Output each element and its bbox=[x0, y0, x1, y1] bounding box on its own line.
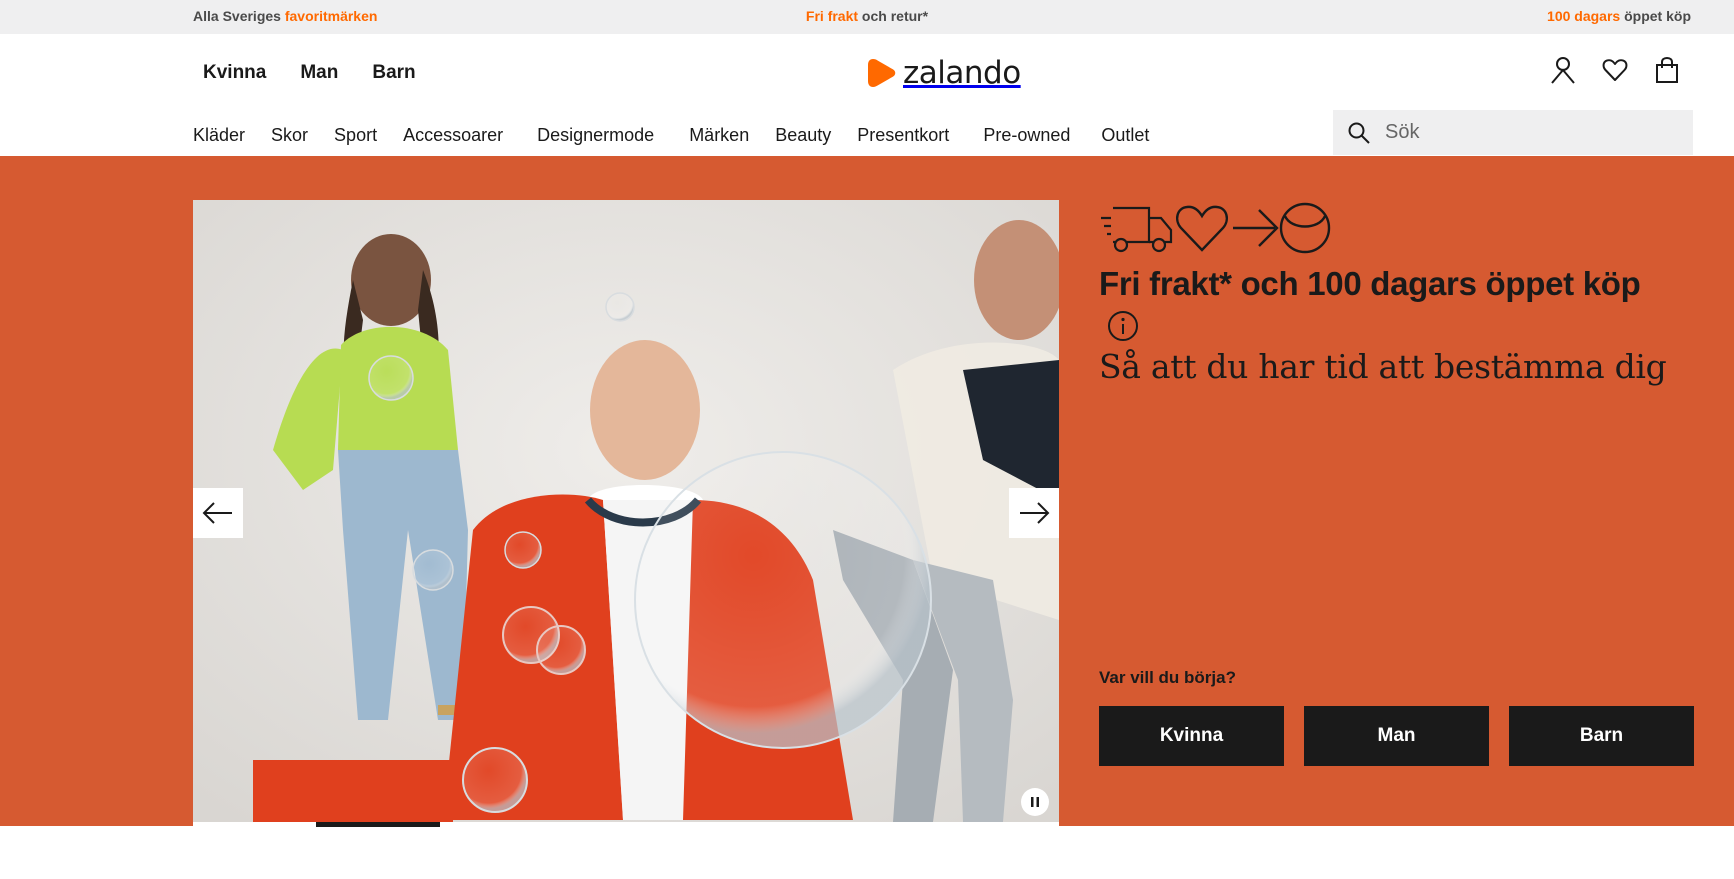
arrow-right-icon bbox=[1233, 209, 1279, 247]
heart-icon[interactable] bbox=[1602, 56, 1628, 84]
bag-icon[interactable] bbox=[1654, 56, 1680, 84]
promo-icons-strip bbox=[1101, 202, 1331, 254]
gender-cta-row: Kvinna Man Barn bbox=[1099, 706, 1694, 766]
category-skor[interactable]: Skor bbox=[271, 125, 308, 146]
carousel-prev-button[interactable] bbox=[193, 488, 243, 538]
cta-man-button[interactable]: Man bbox=[1304, 706, 1489, 766]
search-bar[interactable] bbox=[1333, 110, 1693, 155]
zalando-logo[interactable]: zalando bbox=[867, 55, 1021, 91]
return-policy-message[interactable]: 100 dagars öppet köp bbox=[1547, 8, 1691, 24]
zalando-logo-mark-icon bbox=[868, 59, 896, 87]
category-nav: Kläder Skor Sport Accessoarer Designermo… bbox=[193, 125, 1149, 146]
gender-nav-barn[interactable]: Barn bbox=[372, 62, 415, 84]
category-pre-owned[interactable]: Pre-owned bbox=[983, 125, 1070, 146]
search-input[interactable] bbox=[1385, 121, 1665, 144]
zalando-logo-text: zalando bbox=[903, 55, 1021, 91]
category-sport[interactable]: Sport bbox=[334, 125, 377, 146]
category-accessoarer[interactable]: Accessoarer bbox=[403, 125, 503, 146]
gender-nav: Kvinna Man Barn bbox=[193, 62, 440, 84]
pause-icon bbox=[1031, 797, 1039, 807]
hero-campaign-photo bbox=[193, 200, 1059, 822]
category-beauty[interactable]: Beauty bbox=[775, 125, 831, 146]
cta-kvinna-button[interactable]: Kvinna bbox=[1099, 706, 1284, 766]
carousel-progress-active-segment bbox=[316, 822, 440, 827]
arrow-right-icon bbox=[1020, 502, 1050, 524]
gender-nav-kvinna[interactable]: Kvinna bbox=[203, 62, 266, 84]
return-policy-suffix: öppet köp bbox=[1620, 8, 1691, 24]
gender-nav-man[interactable]: Man bbox=[300, 62, 338, 84]
promo-headline: Fri frakt* och 100 dagars öppet köp bbox=[1099, 265, 1641, 302]
free-shipping-highlight: Fri frakt bbox=[805, 8, 859, 24]
arrow-left-icon bbox=[202, 502, 232, 524]
search-icon bbox=[1348, 122, 1370, 144]
category-designermode[interactable]: Designermode bbox=[537, 125, 654, 146]
category-outlet[interactable]: Outlet bbox=[1101, 125, 1149, 146]
free-shipping-message[interactable]: Fri frakt och retur* bbox=[0, 8, 1734, 24]
category-klader[interactable]: Kläder bbox=[193, 125, 245, 146]
carousel-pause-button[interactable] bbox=[1021, 788, 1049, 816]
return-policy-highlight: 100 dagars bbox=[1547, 8, 1621, 24]
heart-icon bbox=[1175, 205, 1229, 252]
promo-subheadline: Så att du har tid att bestämma dig bbox=[1099, 347, 1667, 386]
hero-banner: Fri frakt* och 100 dagars öppet köp Så a… bbox=[0, 156, 1734, 827]
user-icon[interactable] bbox=[1550, 56, 1576, 84]
where-to-start-label: Var vill du börja? bbox=[1099, 668, 1236, 687]
category-presentkort[interactable]: Presentkort bbox=[857, 125, 949, 146]
promo-icons bbox=[1099, 200, 1694, 256]
carousel-progress-bar bbox=[193, 822, 1059, 827]
header-actions bbox=[1550, 56, 1680, 84]
cta-barn-button[interactable]: Barn bbox=[1509, 706, 1694, 766]
return-smile-icon bbox=[1279, 202, 1331, 254]
top-info-bar: Alla Sveriges favoritmärken Fri frakt oc… bbox=[0, 0, 1734, 34]
delivery-truck-icon bbox=[1101, 206, 1173, 253]
info-icon[interactable] bbox=[1107, 310, 1139, 342]
category-marken[interactable]: Märken bbox=[689, 125, 749, 146]
promo-panel: Fri frakt* och 100 dagars öppet köp Så a… bbox=[1099, 200, 1694, 386]
free-shipping-suffix: och retur* bbox=[858, 8, 929, 24]
hero-carousel bbox=[193, 200, 1059, 822]
carousel-next-button[interactable] bbox=[1009, 488, 1059, 538]
